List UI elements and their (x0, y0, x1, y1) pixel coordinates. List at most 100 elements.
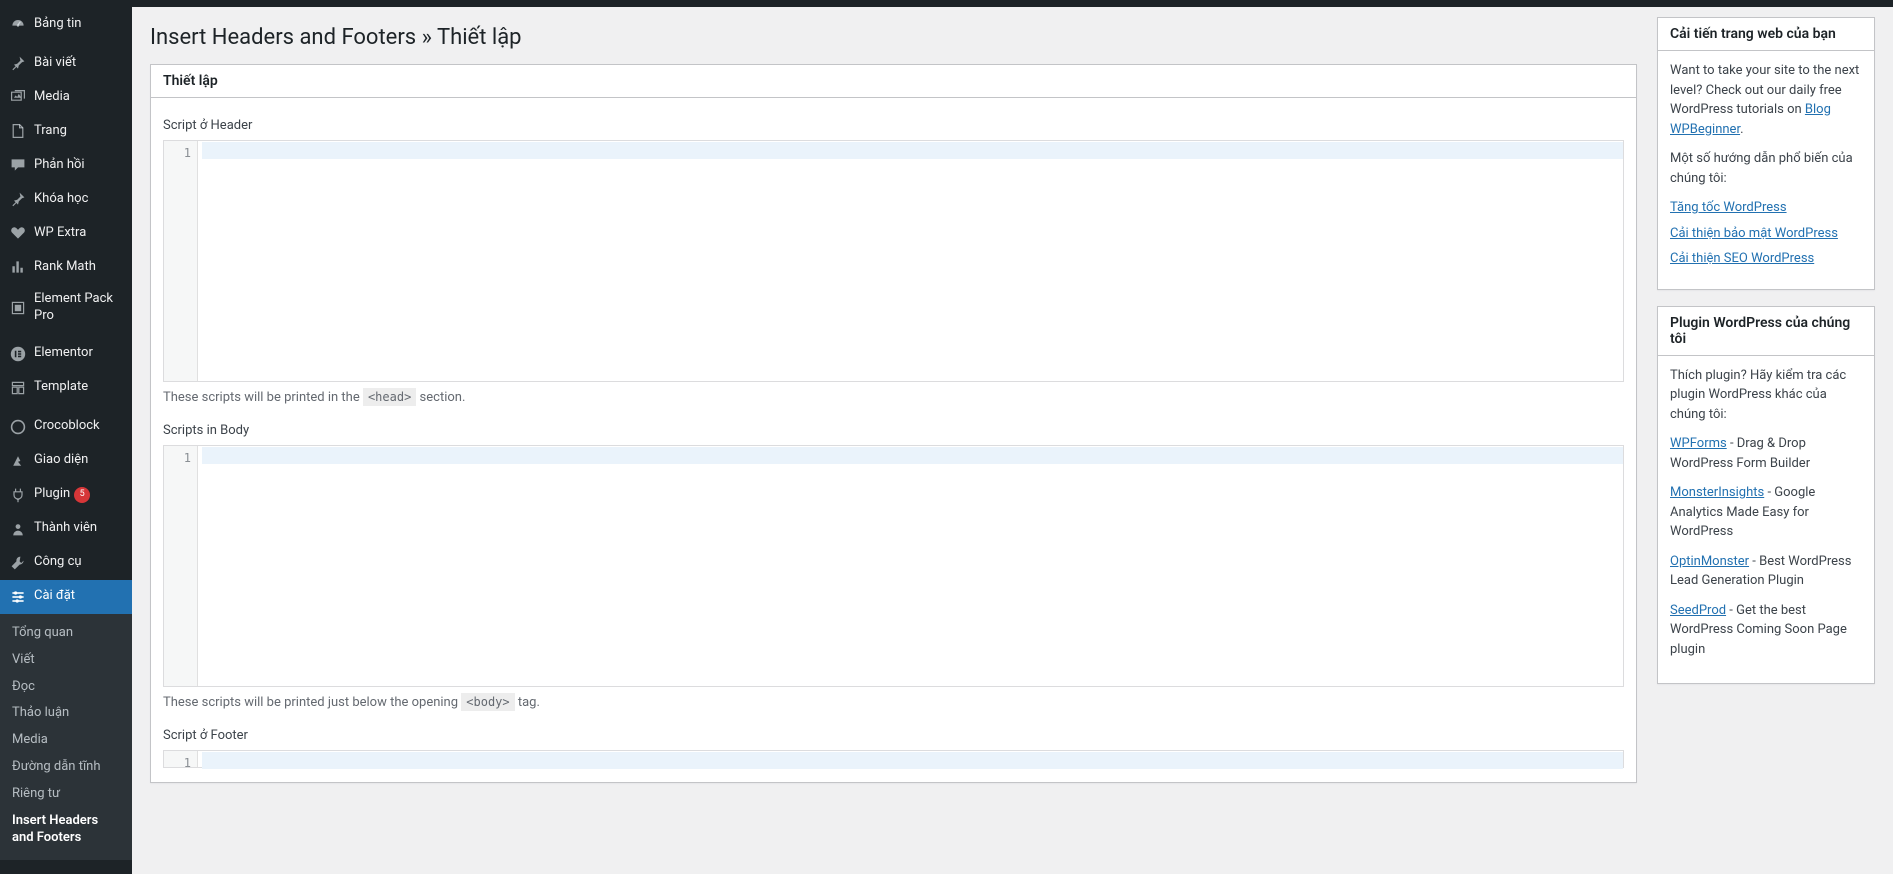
page-icon (8, 121, 28, 141)
code-body[interactable] (198, 141, 1623, 381)
improve-intro: Want to take your site to the next level… (1670, 61, 1862, 139)
code-gutter: 1 (164, 446, 198, 686)
heart-icon (8, 223, 28, 243)
code-tag: <body> (461, 693, 514, 711)
admin-topbar (0, 0, 1893, 7)
code-editor[interactable]: 1 (163, 140, 1624, 382)
sidebar-item-elementor[interactable]: Elementor (0, 337, 132, 371)
field-label: Scripts in Body (163, 421, 1624, 441)
sidebar-item-label: Khóa học (34, 191, 88, 208)
settings-submenu: Tổng quanViếtĐọcThảo luậnMediaĐường dẫn … (0, 614, 132, 860)
field-label: Script ở Footer (163, 726, 1624, 746)
sidebar-item-label: Elementor (34, 345, 93, 362)
plugin-icon (8, 485, 28, 505)
settings-postbox-title: Thiết lập (151, 65, 1636, 98)
field-description: These scripts will be printed just below… (163, 693, 1624, 713)
sidebar-item-label: Công cụ (34, 554, 82, 571)
code-editor[interactable]: 1 (163, 750, 1624, 768)
sidebar-item-bài-viết[interactable]: Bài viết (0, 46, 132, 80)
our-plugins-postbox: Plugin WordPress của chúng tôi Thích plu… (1657, 306, 1875, 685)
submenu-item[interactable]: Media (0, 727, 132, 754)
sidebar-item-crocoblock[interactable]: Crocoblock (0, 410, 132, 444)
sidebar-item-plugin[interactable]: Plugin5 (0, 478, 132, 512)
sidebar-right: Cải tiến trang web của bạn Want to take … (1657, 17, 1875, 700)
code-tag: <head> (363, 388, 416, 406)
sidebar-item-label: Template (34, 379, 88, 396)
sidebar-item-bảng-tin[interactable]: Bảng tin (0, 7, 132, 41)
submenu-item[interactable]: Tổng quan (0, 620, 132, 647)
submenu-item[interactable]: Insert Headers and Footers (0, 808, 132, 852)
code-editor[interactable]: 1 (163, 445, 1624, 687)
tools-icon (8, 553, 28, 573)
sidebar-item-element-pack-pro[interactable]: Element Pack Pro (0, 284, 132, 332)
code-body[interactable] (198, 751, 1623, 767)
sidebar-item-label: Cài đặt (34, 588, 75, 605)
elementor-icon (8, 344, 28, 364)
plugin-link[interactable]: SeedProd (1670, 603, 1726, 618)
plugin-item: MonsterInsights - Google Analytics Made … (1670, 483, 1862, 542)
plugin-link[interactable]: MonsterInsights (1670, 485, 1764, 500)
sidebar-item-label: Plugin (34, 486, 70, 503)
improve-postbox: Cải tiến trang web của bạn Want to take … (1657, 17, 1875, 290)
main-content: Insert Headers and Footers » Thiết lập T… (150, 17, 1637, 799)
submenu-item[interactable]: Đọc (0, 674, 132, 701)
code-gutter: 1 (164, 141, 198, 381)
sidebar-item-label: Bảng tin (34, 16, 81, 33)
media-icon (8, 87, 28, 107)
plugin-item: SeedProd - Get the best WordPress Coming… (1670, 601, 1862, 660)
submenu-item[interactable]: Viết (0, 647, 132, 674)
improve-title: Cải tiến trang web của bạn (1658, 18, 1874, 51)
pin-icon (8, 53, 28, 73)
sidebar-item-cài-đặt[interactable]: Cài đặt (0, 580, 132, 614)
sidebar-item-thành-viên[interactable]: Thành viên (0, 512, 132, 546)
plugin-item: WPForms - Drag & Drop WordPress Form Bui… (1670, 434, 1862, 473)
sidebar-item-rank-math[interactable]: Rank Math (0, 250, 132, 284)
sidebar-item-label: Element Pack Pro (34, 291, 124, 325)
admin-sidebar: Bảng tin Bài viết Media Trang Phản hồi Khóa h… (0, 7, 132, 874)
comment-icon (8, 155, 28, 175)
sidebar-item-label: Giao diện (34, 452, 88, 469)
template-icon (8, 378, 28, 398)
sidebar-item-label: WP Extra (34, 225, 86, 242)
code-gutter: 1 (164, 751, 198, 767)
submenu-item[interactable]: Riêng tư (0, 781, 132, 808)
sidebar-item-label: Crocoblock (34, 418, 100, 435)
sidebar-item-phản-hồi[interactable]: Phản hồi (0, 148, 132, 182)
chart-icon (8, 257, 28, 277)
sidebar-item-giao-diện[interactable]: Giao diện (0, 444, 132, 478)
settings-postbox: Thiết lập Script ở Header 1 These scripts … (150, 64, 1637, 783)
croco-icon (8, 417, 28, 437)
sidebar-item-media[interactable]: Media (0, 80, 132, 114)
guide-link[interactable]: Cải thiện bảo mật WordPress (1670, 224, 1862, 244)
sidebar-item-label: Thành viên (34, 520, 97, 537)
plugin-item: OptinMonster - Best WordPress Lead Gener… (1670, 552, 1862, 591)
field-label: Script ở Header (163, 116, 1624, 136)
improve-guides-label: Một số hướng dẫn phổ biến của chúng tôi: (1670, 149, 1862, 188)
sidebar-item-công-cụ[interactable]: Công cụ (0, 546, 132, 580)
settings-icon (8, 587, 28, 607)
sidebar-item-label: Phản hồi (34, 157, 85, 174)
guide-link[interactable]: Cải thiện SEO WordPress (1670, 249, 1862, 269)
pin-icon (8, 189, 28, 209)
submenu-item[interactable]: Đường dẫn tĩnh (0, 754, 132, 781)
plugin-link[interactable]: OptinMonster (1670, 554, 1749, 569)
users-icon (8, 519, 28, 539)
code-body[interactable] (198, 446, 1623, 686)
plugin-link[interactable]: WPForms (1670, 436, 1727, 451)
sidebar-item-label: Rank Math (34, 259, 96, 276)
our-plugins-title: Plugin WordPress của chúng tôi (1658, 307, 1874, 356)
submenu-item[interactable]: Thảo luận (0, 700, 132, 727)
pack-icon (8, 298, 28, 318)
sidebar-item-label: Media (34, 89, 70, 106)
appearance-icon (8, 451, 28, 471)
guide-link[interactable]: Tăng tốc WordPress (1670, 198, 1862, 218)
sidebar-item-template[interactable]: Template (0, 371, 132, 405)
sidebar-item-trang[interactable]: Trang (0, 114, 132, 148)
sidebar-item-khóa-học[interactable]: Khóa học (0, 182, 132, 216)
sidebar-item-wp-extra[interactable]: WP Extra (0, 216, 132, 250)
our-plugins-intro: Thích plugin? Hãy kiểm tra các plugin Wo… (1670, 366, 1862, 425)
update-badge: 5 (74, 487, 90, 503)
sidebar-item-label: Trang (34, 123, 67, 140)
sidebar-item-label: Bài viết (34, 55, 76, 72)
field-description: These scripts will be printed in the <he… (163, 388, 1624, 408)
